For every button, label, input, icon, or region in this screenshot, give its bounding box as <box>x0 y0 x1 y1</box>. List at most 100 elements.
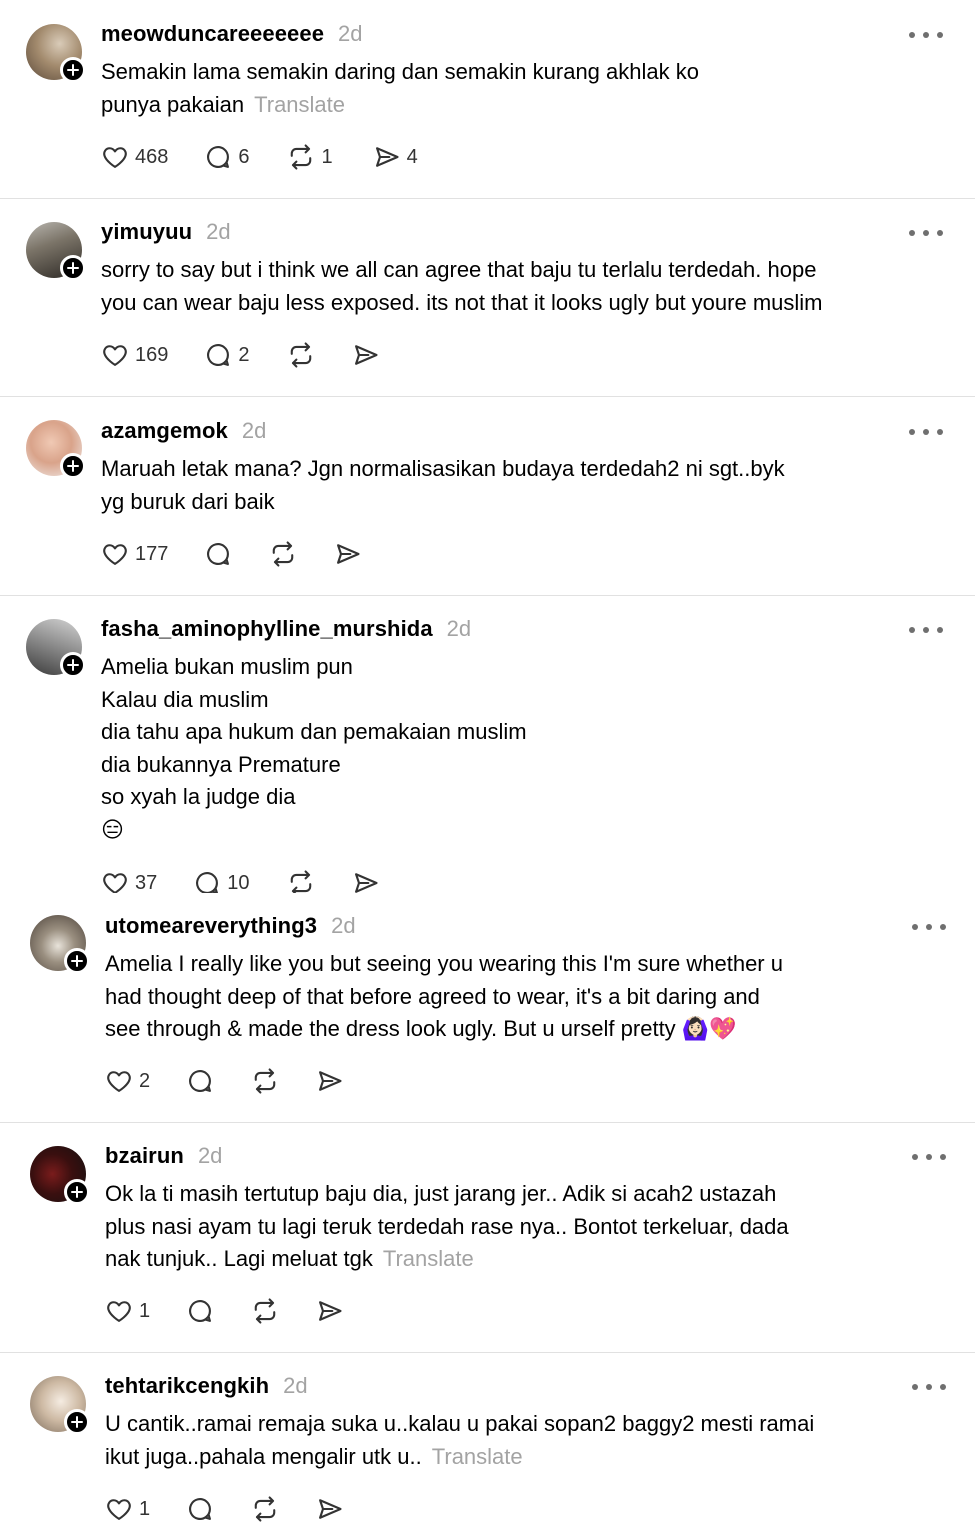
reply-button[interactable]: 6 <box>204 143 250 171</box>
more-options-icon[interactable] <box>912 922 946 932</box>
timestamp: 2d <box>197 1143 223 1168</box>
repost-icon <box>290 342 311 368</box>
reply-button[interactable] <box>186 1495 214 1523</box>
reply-count: 10 <box>227 871 250 894</box>
post-text: Amelia bukan muslim pun Kalau dia muslim… <box>101 651 527 846</box>
share-button[interactable] <box>316 1297 344 1325</box>
repost-icon <box>254 1496 276 1522</box>
comment-bubble-icon <box>189 1300 212 1322</box>
like-button[interactable]: 1 <box>105 1297 150 1325</box>
username[interactable]: yimuyuu <box>101 219 192 245</box>
share-button[interactable] <box>334 540 362 568</box>
more-options-icon[interactable] <box>909 30 943 40</box>
more-options-icon[interactable] <box>909 427 943 437</box>
translate-link[interactable]: Translate <box>254 92 345 117</box>
more-options-icon[interactable] <box>909 625 943 635</box>
repost-icon <box>254 1298 276 1324</box>
translate-link[interactable]: Translate <box>383 1246 474 1271</box>
like-button[interactable]: 1 <box>105 1495 150 1523</box>
post-text: Amelia I really like you but seeing you … <box>105 951 783 1041</box>
thread-post: yimuyuu 2d sorry to say but i think we a… <box>0 198 975 396</box>
thread-post: meowduncareeeeeee 2d Semakin lama semaki… <box>0 0 975 198</box>
comment-bubble-icon <box>207 543 230 565</box>
timestamp: 2d <box>338 21 363 46</box>
more-options-icon[interactable] <box>909 228 943 238</box>
send-icon <box>375 147 399 167</box>
like-button[interactable]: 169 <box>101 341 168 369</box>
like-count: 177 <box>135 542 169 565</box>
username[interactable]: meowduncareeeeeee <box>101 21 324 47</box>
like-count: 468 <box>135 145 169 168</box>
timestamp: 2d <box>446 616 472 641</box>
reply-count: 2 <box>238 343 250 366</box>
share-button[interactable] <box>352 341 380 369</box>
username[interactable]: tehtarikcengkih <box>105 1373 269 1399</box>
like-count: 2 <box>139 1069 151 1092</box>
timestamp: 2d <box>283 1373 308 1398</box>
comment-bubble-icon <box>189 1498 212 1520</box>
heart-icon <box>103 544 127 565</box>
follow-plus-icon[interactable] <box>60 57 86 83</box>
thread-post: bzairun 2d Ok la ti masih tertutup baju … <box>0 1122 975 1352</box>
post-text: sorry to say but i think we all can agre… <box>101 257 823 315</box>
timestamp: 2d <box>331 913 356 938</box>
heart-icon <box>103 345 127 366</box>
comment-bubble-icon <box>189 1070 212 1092</box>
heart-icon <box>107 1071 131 1092</box>
like-count: 1 <box>139 1299 151 1322</box>
like-button[interactable]: 177 <box>101 540 168 568</box>
follow-plus-icon[interactable] <box>60 652 86 678</box>
post-text: U cantik..ramai remaja suka u..kalau u p… <box>105 1411 815 1469</box>
repost-button[interactable] <box>250 1067 280 1095</box>
send-icon <box>337 544 360 564</box>
reply-button[interactable] <box>204 540 232 568</box>
timestamp: 2d <box>241 418 267 443</box>
send-icon <box>319 1301 342 1321</box>
share-button[interactable] <box>316 1067 344 1095</box>
reply-button[interactable] <box>186 1297 214 1325</box>
send-icon <box>319 1071 342 1091</box>
follow-plus-icon[interactable] <box>64 948 90 974</box>
share-button[interactable] <box>316 1495 344 1523</box>
follow-plus-icon[interactable] <box>64 1179 90 1205</box>
more-options-icon[interactable] <box>912 1382 946 1392</box>
like-count: 169 <box>135 343 169 366</box>
repost-button[interactable] <box>250 1495 280 1523</box>
thread-post: utomeareverything3 2d Amelia I really li… <box>0 893 975 1122</box>
comment-bubble-icon <box>207 146 230 168</box>
send-icon <box>319 1499 342 1519</box>
heart-icon <box>107 1301 131 1322</box>
expressionless-face-emoji: 😑 <box>101 816 124 842</box>
like-count: 1 <box>139 1497 151 1520</box>
repost-button[interactable] <box>286 341 316 369</box>
heart-icon <box>103 147 127 168</box>
reply-count: 6 <box>238 145 250 168</box>
thread-post: tehtarikcengkih 2d U cantik..ramai remaj… <box>0 1352 975 1536</box>
repost-button[interactable] <box>268 540 298 568</box>
repost-button[interactable] <box>250 1297 280 1325</box>
timestamp: 2d <box>206 219 231 244</box>
share-button[interactable]: 4 <box>373 143 418 171</box>
comment-bubble-icon <box>207 344 230 366</box>
translate-link[interactable]: Translate <box>432 1444 523 1469</box>
reply-button[interactable] <box>186 1067 214 1095</box>
username[interactable]: utomeareverything3 <box>105 913 317 939</box>
reply-button[interactable]: 2 <box>204 341 250 369</box>
post-text: Ok la ti masih tertutup baju dia, just j… <box>105 1181 789 1271</box>
heart-icon <box>107 1499 131 1520</box>
thread-post: azamgemok 2d Maruah letak mana? Jgn norm… <box>0 396 975 595</box>
follow-plus-icon[interactable] <box>60 255 86 281</box>
like-count: 37 <box>135 871 158 894</box>
follow-plus-icon[interactable] <box>64 1409 90 1435</box>
more-options-icon[interactable] <box>912 1152 946 1162</box>
repost-button[interactable]: 1 <box>286 143 333 171</box>
like-button[interactable]: 468 <box>101 143 168 171</box>
share-count: 4 <box>406 145 418 168</box>
username[interactable]: bzairun <box>105 1143 184 1169</box>
username[interactable]: azamgemok <box>101 418 228 444</box>
follow-plus-icon[interactable] <box>60 453 86 479</box>
thread-post: fasha_aminophylline_murshida 2d Amelia b… <box>0 595 975 896</box>
like-button[interactable]: 2 <box>105 1067 150 1095</box>
username[interactable]: fasha_aminophylline_murshida <box>101 616 433 642</box>
repost-icon <box>290 144 311 170</box>
